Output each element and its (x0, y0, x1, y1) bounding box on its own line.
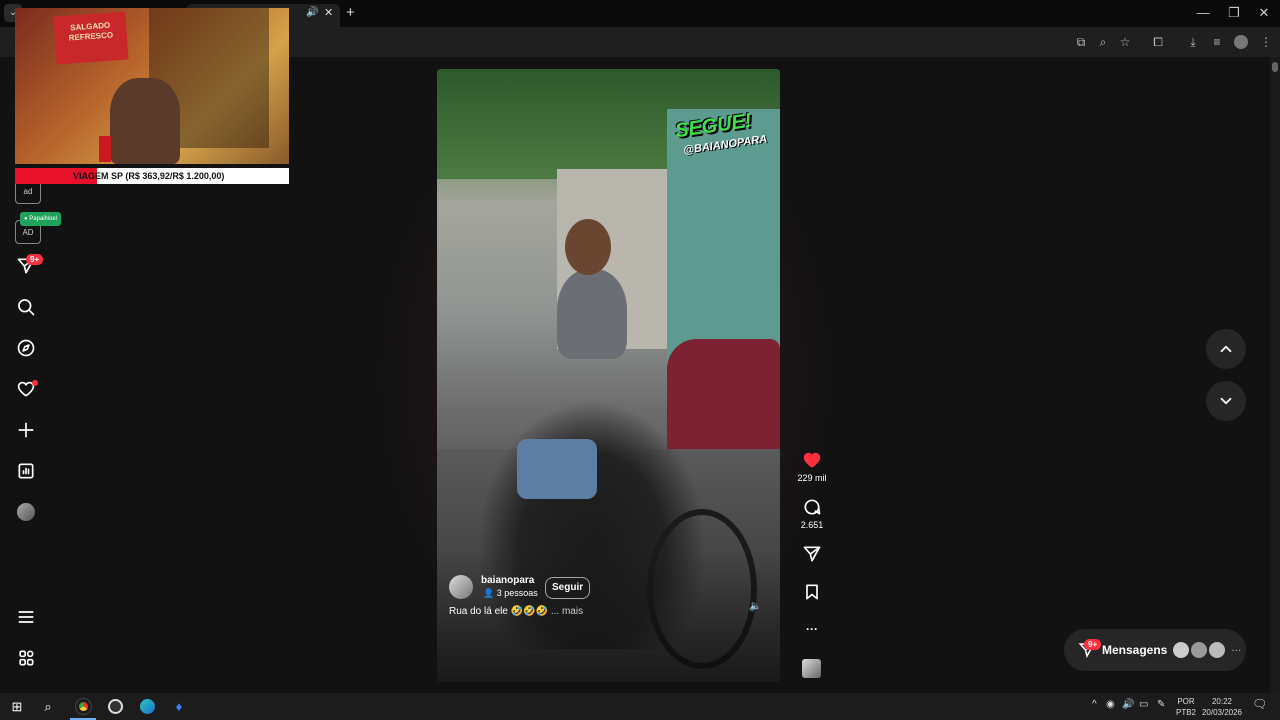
chevron-down-icon (1220, 397, 1232, 405)
message-avatar-2 (1191, 642, 1208, 658)
message-avatar-1 (1173, 642, 1190, 658)
send-icon (803, 546, 821, 562)
profile-avatar[interactable] (1234, 35, 1248, 49)
nav-explore[interactable] (14, 336, 38, 360)
download-icon[interactable]: ⤓ (1184, 33, 1202, 51)
clock-date: 20/03/2026 (1201, 708, 1243, 717)
close-window-button[interactable]: ✕ (1249, 0, 1279, 26)
clock-time: 20:22 (1211, 697, 1233, 706)
maximize-button[interactable]: ❐ (1219, 0, 1249, 26)
webcam-overlay: SALGADO REFRESCO (15, 8, 289, 164)
menu-icon (18, 611, 34, 623)
pen-tray-icon[interactable]: ✎ (1157, 699, 1165, 710)
like-button[interactable] (800, 448, 824, 472)
minimize-button[interactable]: — (1188, 0, 1218, 26)
next-reel-button[interactable] (1206, 381, 1246, 421)
wall-sign: SALGADO REFRESCO (53, 11, 129, 65)
notification-dot (32, 380, 38, 386)
obs-taskbar-icon[interactable] (100, 693, 130, 720)
audience-label: 3 pessoas (496, 588, 538, 598)
nav-create[interactable] (14, 418, 38, 442)
edge-taskbar-icon[interactable] (132, 693, 162, 720)
bookmark-icon (806, 584, 818, 600)
follow-button[interactable]: Seguir (545, 577, 591, 599)
chevron-up-icon (1220, 345, 1232, 353)
caption-text: Rua do lá ele 🤣🤣🤣 (449, 606, 549, 617)
like-count: 229 mil (797, 473, 827, 483)
install-app-icon[interactable]: ⧉ (1072, 33, 1090, 51)
wall-sign-text: SALGADO REFRESCO (68, 20, 114, 43)
nav-search[interactable] (14, 295, 38, 319)
donation-ticker-text: VIAGEM SP (R$ 363,92/R$ 1.200,00) (73, 171, 225, 181)
mute-icon[interactable]: 🔈 (749, 601, 761, 612)
previous-reel-button[interactable] (1206, 329, 1246, 369)
plus-icon (18, 422, 34, 438)
compass-icon (17, 339, 35, 357)
messages-label: Mensagens (1102, 643, 1168, 657)
author-username[interactable]: baianopara (481, 575, 534, 586)
rider-torso (557, 269, 627, 359)
windows-start-icon[interactable]: ⊞ (2, 693, 32, 720)
comment-button[interactable] (800, 495, 824, 519)
heart-filled-icon (803, 452, 821, 468)
red-can (99, 136, 111, 162)
new-tab-button[interactable]: + (346, 4, 355, 21)
message-avatar-3 (1209, 642, 1226, 658)
keyboard-layout: PTB2 (1176, 708, 1197, 717)
nav-also-from-meta[interactable] (14, 646, 38, 670)
clock[interactable]: 20:22 20/03/2026 (1200, 696, 1244, 718)
rider-shorts (517, 439, 597, 499)
audience-info: 👤 3 pessoas (483, 588, 538, 598)
chart-icon (18, 463, 34, 479)
share-button[interactable] (800, 542, 824, 566)
chrome-taskbar-icon[interactable] (68, 693, 98, 720)
extensions-icon[interactable]: ⧠ (1149, 33, 1167, 51)
language-indicator[interactable]: POR PTB2 (1176, 696, 1196, 718)
chat-tag-label: PapaiNoel (29, 216, 57, 222)
antivirus-tray-icon[interactable]: ◉ (1106, 699, 1115, 710)
author-avatar[interactable] (449, 575, 473, 599)
nav-profile-avatar[interactable] (17, 503, 35, 521)
messages-pill[interactable]: Mensagens ··· (1064, 629, 1246, 671)
grid-icon (19, 650, 34, 666)
caption-more-link[interactable]: ... mais (551, 606, 583, 617)
media-control-icon[interactable]: ≡ (1208, 33, 1226, 51)
language-code: POR (1177, 697, 1195, 706)
chat-tag: ● PapaiNoel (20, 212, 61, 226)
browser-menu-icon[interactable]: ⋮ (1257, 33, 1275, 51)
bookmark-star-icon[interactable]: ☆ (1116, 33, 1134, 51)
reel-caption: Rua do lá ele 🤣🤣🤣 ... mais (449, 606, 583, 617)
messages-badge: 9+ (1084, 639, 1102, 650)
notification-center-icon[interactable]: 🗨 (1252, 697, 1267, 711)
person-streamer (110, 78, 180, 164)
reel-video[interactable]: SEGUE! @BAIANOPARA baianopara 👤 3 pessoa… (437, 69, 780, 682)
network-tray-icon[interactable]: ▭ (1139, 699, 1148, 710)
comment-icon (804, 499, 821, 515)
nav-messages-badge: 9+ (26, 254, 44, 265)
volume-tray-icon[interactable]: 🔊 (1122, 699, 1134, 710)
messages-more: ··· (1231, 644, 1242, 656)
save-button[interactable] (800, 580, 824, 604)
audio-thumbnail[interactable] (802, 659, 821, 678)
close-tab-icon[interactable]: ✕ (324, 6, 333, 19)
scrollbar-thumb[interactable] (1272, 62, 1278, 72)
rider-head (565, 219, 611, 275)
nav-more[interactable] (14, 605, 38, 629)
zoom-icon[interactable]: ⌕ (1094, 33, 1112, 51)
taskbar-search-icon[interactable]: ⌕ (33, 693, 63, 720)
nav-dashboard[interactable] (14, 459, 38, 483)
scrollbar-track[interactable] (1270, 57, 1280, 693)
search-icon (18, 299, 35, 316)
tray-chevron-icon[interactable]: ^ (1092, 699, 1097, 710)
speaker-icon[interactable]: 🔊 (306, 7, 318, 18)
app-taskbar-icon[interactable]: ♦ (164, 693, 194, 720)
more-options-button[interactable]: ··· (790, 622, 834, 636)
comment-count: 2.651 (800, 520, 824, 530)
